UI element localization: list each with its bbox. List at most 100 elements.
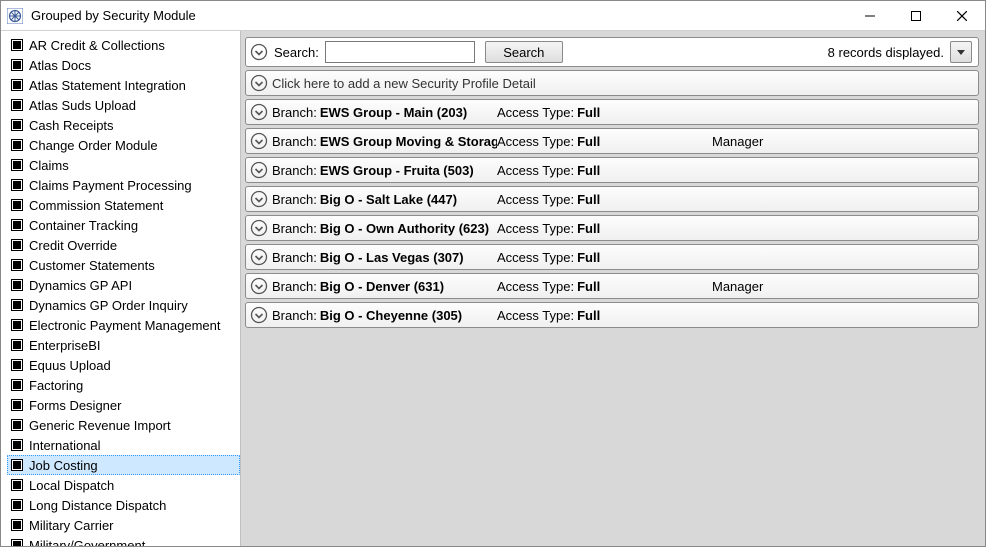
search-input[interactable] (325, 41, 475, 63)
tree-item[interactable]: Change Order Module (7, 135, 240, 155)
branch-field-label: Branch: (272, 221, 317, 236)
detail-row[interactable]: Branch: EWS Group Moving & Storage (Acce… (245, 128, 979, 154)
tree-item[interactable]: Military Carrier (7, 515, 240, 535)
access-cell: Access Type: Full (497, 308, 712, 323)
tree-item[interactable]: Job Costing (7, 455, 240, 475)
expand-icon[interactable] (250, 161, 268, 179)
tree-item[interactable]: Atlas Statement Integration (7, 75, 240, 95)
tree-item-label: Cash Receipts (29, 118, 114, 133)
app-icon (7, 8, 23, 24)
module-icon (11, 179, 23, 191)
tree-item[interactable]: Local Dispatch (7, 475, 240, 495)
branch-cell: Branch: Big O - Denver (631) (272, 279, 497, 294)
module-icon (11, 399, 23, 411)
module-icon (11, 59, 23, 71)
module-icon (11, 219, 23, 231)
module-icon (11, 459, 23, 471)
collapse-icon[interactable] (250, 43, 268, 61)
tree-item[interactable]: International (7, 435, 240, 455)
access-cell: Access Type: Full (497, 134, 712, 149)
access-field-label: Access Type: (497, 163, 574, 178)
expand-icon[interactable] (250, 190, 268, 208)
tree-item[interactable]: Atlas Suds Upload (7, 95, 240, 115)
tree-item[interactable]: Credit Override (7, 235, 240, 255)
tree-item[interactable]: Long Distance Dispatch (7, 495, 240, 515)
tree-item-label: Customer Statements (29, 258, 155, 273)
module-icon (11, 239, 23, 251)
tree-item[interactable]: Forms Designer (7, 395, 240, 415)
tree-item[interactable]: Military/Government (7, 535, 240, 546)
expand-icon[interactable] (250, 306, 268, 324)
expand-icon[interactable] (250, 219, 268, 237)
branch-field-label: Branch: (272, 308, 317, 323)
branch-cell: Branch: Big O - Salt Lake (447) (272, 192, 497, 207)
search-button[interactable]: Search (485, 41, 563, 63)
detail-row[interactable]: Branch: Big O - Own Authority (623) Acces… (245, 215, 979, 241)
close-button[interactable] (939, 1, 985, 30)
branch-cell: Branch: Big O - Cheyenne (305) (272, 308, 497, 323)
module-icon (11, 39, 23, 51)
access-field-label: Access Type: (497, 250, 574, 265)
tree-item[interactable]: Customer Statements (7, 255, 240, 275)
detail-row[interactable]: Branch: Big O - Cheyenne (305)Access Typ… (245, 302, 979, 328)
add-new-label: Click here to add a new Security Profile… (272, 76, 536, 91)
tree-item[interactable]: Container Tracking (7, 215, 240, 235)
tree-item[interactable]: Factoring (7, 375, 240, 395)
detail-row[interactable]: Branch: EWS Group - Fruita (503)Access T… (245, 157, 979, 183)
branch-value: EWS Group - Fruita (503) (320, 163, 474, 178)
branch-cell: Branch: EWS Group Moving & Storage ( (272, 134, 497, 149)
detail-row[interactable]: Branch: Big O - Salt Lake (447)Access Ty… (245, 186, 979, 212)
module-icon (11, 379, 23, 391)
minimize-button[interactable] (847, 1, 893, 30)
tree-item[interactable]: Generic Revenue Import (7, 415, 240, 435)
window-controls (847, 1, 985, 30)
tree-item[interactable]: AR Credit & Collections (7, 35, 240, 55)
expand-icon[interactable] (250, 277, 268, 295)
expand-icon (250, 74, 268, 92)
tree-item[interactable]: Claims Payment Processing (7, 175, 240, 195)
access-cell: Access Type: Full (497, 221, 712, 236)
tree-item[interactable]: Commission Statement (7, 195, 240, 215)
tree-item-label: Change Order Module (29, 138, 158, 153)
module-icon (11, 159, 23, 171)
branch-cell: Branch: Big O - Las Vegas (307) (272, 250, 497, 265)
module-tree[interactable]: AR Credit & CollectionsAtlas DocsAtlas S… (1, 31, 241, 546)
module-icon (11, 79, 23, 91)
tree-item[interactable]: Electronic Payment Management (7, 315, 240, 335)
detail-row[interactable]: Branch: EWS Group - Main (203)Access Typ… (245, 99, 979, 125)
tree-item-label: Job Costing (29, 458, 98, 473)
tree-item-label: Container Tracking (29, 218, 138, 233)
tree-item[interactable]: EnterpriseBI (7, 335, 240, 355)
tree-item-label: Military Carrier (29, 518, 114, 533)
tree-item[interactable]: Claims (7, 155, 240, 175)
tree-item-label: EnterpriseBI (29, 338, 101, 353)
tree-item-label: Commission Statement (29, 198, 163, 213)
tree-item-label: Claims Payment Processing (29, 178, 192, 193)
branch-field-label: Branch: (272, 279, 317, 294)
tree-item[interactable]: Dynamics GP Order Inquiry (7, 295, 240, 315)
extra-cell: Manager (712, 279, 972, 294)
detail-row[interactable]: Branch: Big O - Denver (631)Access Type:… (245, 273, 979, 299)
tree-item[interactable]: Atlas Docs (7, 55, 240, 75)
add-new-row[interactable]: Click here to add a new Security Profile… (245, 70, 979, 96)
detail-row[interactable]: Branch: Big O - Las Vegas (307)Access Ty… (245, 244, 979, 270)
maximize-button[interactable] (893, 1, 939, 30)
module-icon (11, 199, 23, 211)
expand-icon[interactable] (250, 248, 268, 266)
options-dropdown[interactable] (950, 41, 972, 63)
branch-field-label: Branch: (272, 105, 317, 120)
tree-item-label: Credit Override (29, 238, 117, 253)
expand-icon[interactable] (250, 103, 268, 121)
tree-item[interactable]: Equus Upload (7, 355, 240, 375)
module-icon (11, 259, 23, 271)
branch-value: Big O - Cheyenne (305) (320, 308, 462, 323)
tree-item-label: Atlas Suds Upload (29, 98, 136, 113)
branch-value: Big O - Own Authority (623) (320, 221, 489, 236)
tree-item-label: AR Credit & Collections (29, 38, 165, 53)
access-field-label: Access Type: (497, 105, 574, 120)
tree-item[interactable]: Cash Receipts (7, 115, 240, 135)
tree-item[interactable]: Dynamics GP API (7, 275, 240, 295)
expand-icon[interactable] (250, 132, 268, 150)
window-title: Grouped by Security Module (29, 8, 847, 23)
module-icon (11, 99, 23, 111)
